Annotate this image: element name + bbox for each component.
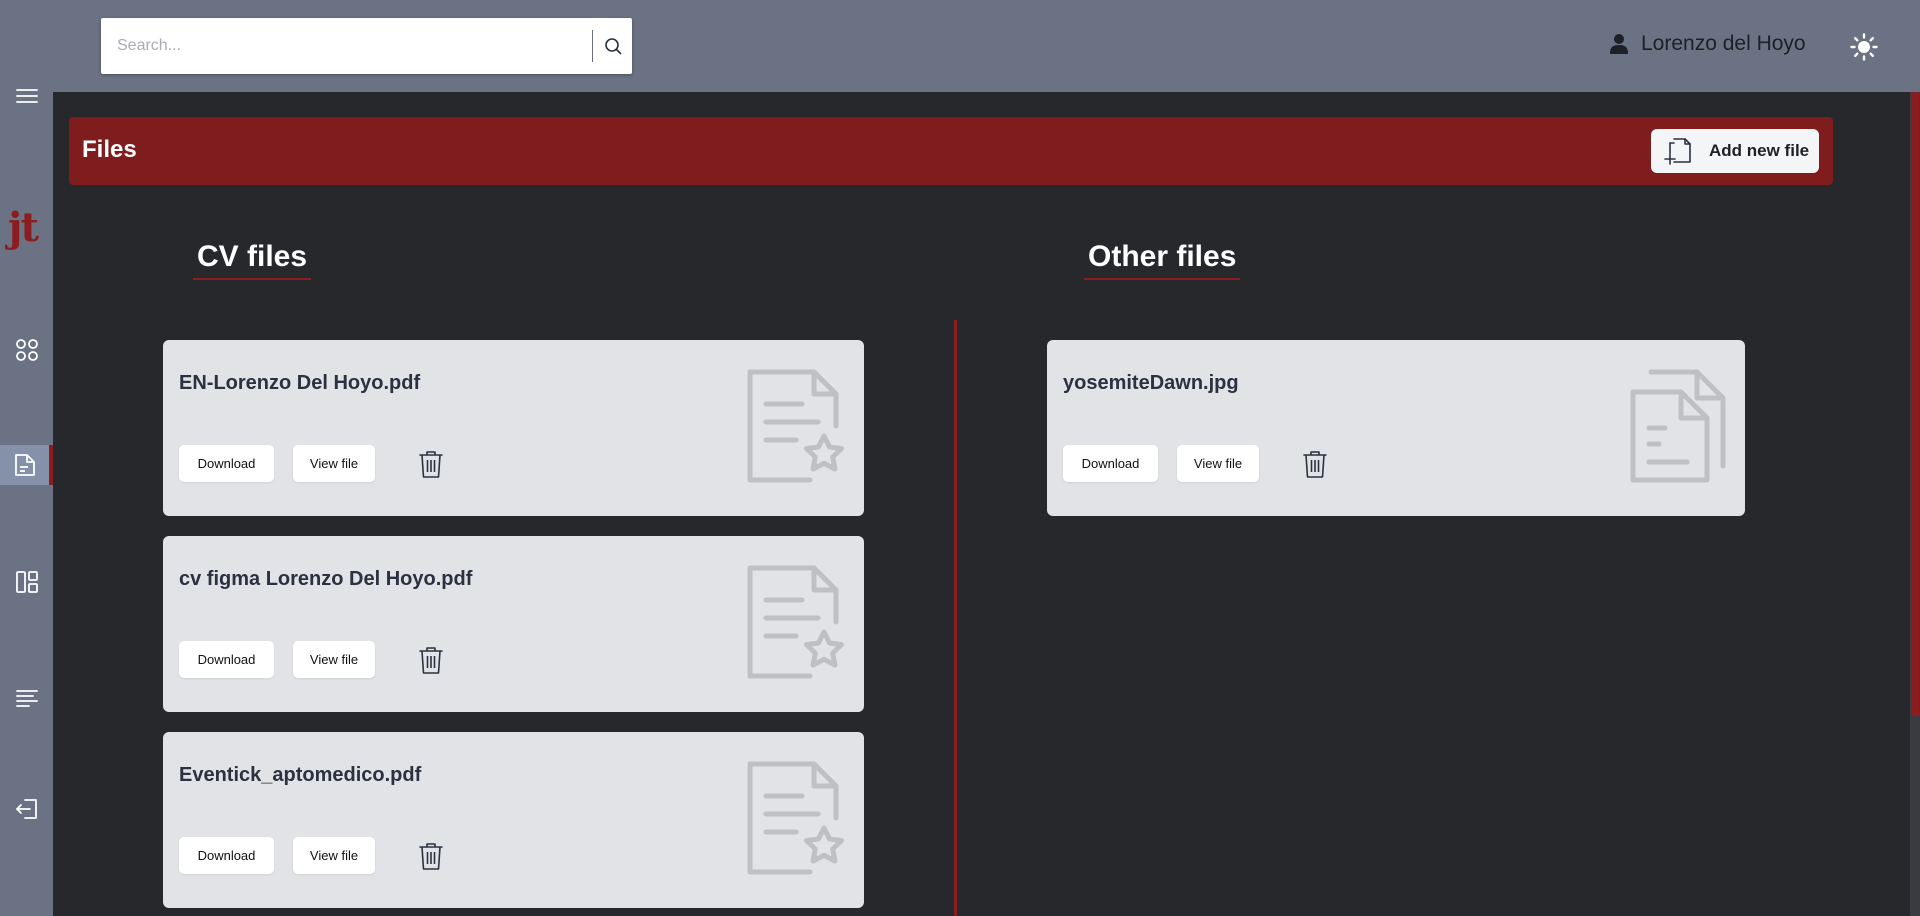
app-logo: jt	[8, 204, 39, 251]
cv-files-title: CV files	[193, 240, 312, 280]
search-input[interactable]	[101, 18, 590, 74]
document-icon	[14, 454, 35, 476]
delete-button[interactable]	[415, 838, 447, 874]
logout-button[interactable]	[0, 789, 53, 829]
file-card: EN-Lorenzo Del Hoyo.pdf Download View fi…	[163, 340, 864, 516]
topbar: Lorenzo del Hoyo	[53, 0, 1920, 92]
layout-icon	[15, 571, 38, 593]
user-menu[interactable]: Lorenzo del Hoyo	[1609, 32, 1806, 56]
trash-icon	[419, 647, 443, 674]
other-files-title: Other files	[1084, 240, 1241, 280]
download-button[interactable]: Download	[179, 445, 274, 482]
sun-icon	[1850, 33, 1878, 61]
files-header-bar: Files Add new file	[69, 117, 1833, 185]
cv-document-icon	[747, 369, 844, 483]
download-button[interactable]: Download	[179, 837, 274, 874]
search-bar	[101, 18, 632, 74]
search-icon	[605, 38, 622, 55]
column-divider	[954, 320, 957, 916]
file-name: yosemiteDawn.jpg	[1063, 372, 1239, 394]
menu-toggle-button[interactable]	[0, 76, 53, 116]
file-card: cv figma Lorenzo Del Hoyo.pdf Download V…	[163, 536, 864, 712]
file-name: cv figma Lorenzo Del Hoyo.pdf	[179, 568, 473, 590]
hamburger-menu-icon	[15, 89, 38, 103]
search-divider	[592, 30, 593, 62]
add-new-file-button[interactable]: Add new file	[1651, 129, 1819, 173]
user-icon	[1610, 34, 1628, 54]
grid-icon	[15, 339, 38, 361]
trash-icon	[419, 843, 443, 870]
view-file-button[interactable]: View file	[293, 641, 375, 678]
trash-icon	[1303, 451, 1327, 478]
text-list-icon	[15, 690, 38, 707]
page-title: Files	[82, 136, 137, 163]
sidebar-item-files[interactable]	[0, 445, 53, 485]
sidebar-item-dashboard[interactable]	[0, 330, 53, 370]
files-document-icon	[1630, 369, 1726, 483]
download-button[interactable]: Download	[1063, 445, 1158, 482]
download-button[interactable]: Download	[179, 641, 274, 678]
view-file-button[interactable]: View file	[1177, 445, 1259, 482]
cv-document-icon	[747, 761, 844, 875]
user-name: Lorenzo del Hoyo	[1641, 32, 1806, 55]
delete-button[interactable]	[1299, 446, 1331, 482]
cv-document-icon	[747, 565, 844, 679]
theme-toggle-button[interactable]	[1849, 32, 1879, 62]
sidebar: jt	[0, 0, 53, 916]
trash-icon	[419, 451, 443, 478]
add-file-icon	[1664, 138, 1691, 165]
add-new-file-label: Add new file	[1709, 141, 1810, 160]
file-name: Eventick_aptomedico.pdf	[179, 764, 422, 786]
view-file-button[interactable]: View file	[293, 837, 375, 874]
file-card: Eventick_aptomedico.pdf Download View fi…	[163, 732, 864, 908]
delete-button[interactable]	[415, 446, 447, 482]
view-file-button[interactable]: View file	[293, 445, 375, 482]
search-button[interactable]	[596, 28, 630, 64]
file-card: yosemiteDawn.jpg Download View file	[1047, 340, 1745, 516]
scrollbar-thumb[interactable]	[1911, 92, 1919, 716]
delete-button[interactable]	[415, 642, 447, 678]
file-name: EN-Lorenzo Del Hoyo.pdf	[179, 372, 421, 394]
sidebar-item-list[interactable]	[0, 678, 53, 718]
sidebar-item-board[interactable]	[0, 562, 53, 602]
logout-icon	[15, 799, 37, 819]
